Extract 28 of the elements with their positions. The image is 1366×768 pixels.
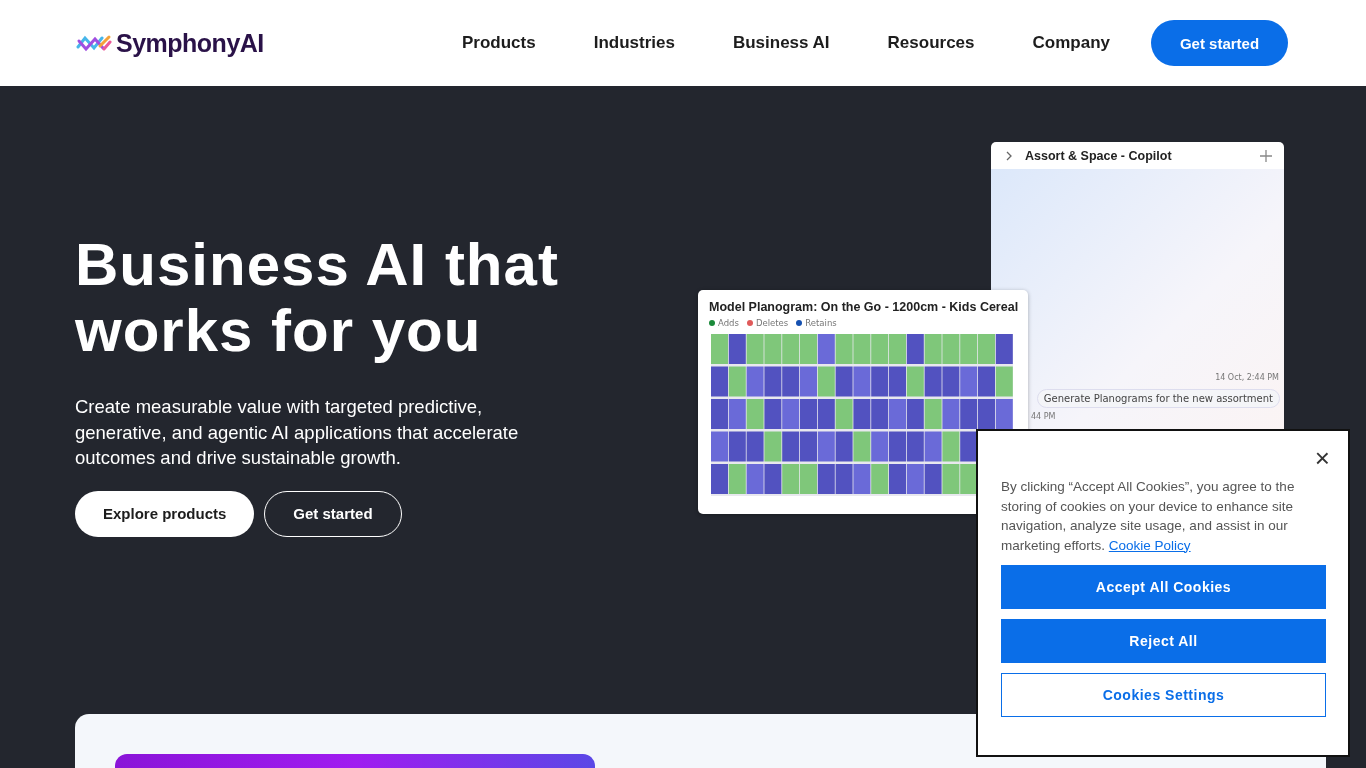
close-button[interactable]: × bbox=[1310, 445, 1334, 471]
hero-title: Business AI that works for you bbox=[75, 232, 560, 364]
cookie-policy-link[interactable]: Cookie Policy bbox=[1108, 537, 1191, 553]
cookie-text: By clicking “Accept All Cookies”, you agree to the storing of cookies on your device to enhance site navigation, analyze site usage, and assist in our marketing efforts. Cookie Policy bbox=[1001, 478, 1296, 555]
planogram-title: Model Planogram: On the Go - 1200cm - Kids Cereal bbox=[709, 300, 1020, 314]
copilot-title: Assort & Space - Copilot bbox=[1025, 148, 1172, 163]
plus-icon[interactable] bbox=[1260, 149, 1272, 162]
nav-link[interactable]: Resources bbox=[858, 33, 1004, 53]
message-timestamp: 44 PM bbox=[1031, 412, 1056, 421]
nav-link[interactable]: Products bbox=[432, 33, 565, 53]
legend-label: Retains bbox=[805, 318, 837, 328]
logo-icon bbox=[76, 33, 112, 53]
cookie-button[interactable]: Cookies Settings bbox=[1001, 673, 1326, 717]
cookie-button[interactable]: Reject All bbox=[1001, 619, 1326, 663]
nav-link[interactable]: Industries bbox=[564, 33, 704, 53]
get-started-button[interactable]: Get started bbox=[1151, 20, 1288, 66]
legend-label: Deletes bbox=[755, 318, 789, 328]
nav-link[interactable]: Business AI bbox=[703, 33, 859, 53]
message-timestamp: 14 Oct, 2:44 PM bbox=[1215, 373, 1279, 382]
logo-text: SymphonyAI bbox=[116, 28, 264, 58]
logo[interactable]: SymphonyAI bbox=[76, 28, 264, 58]
hero-subtitle: Create measurable value with targeted predictive, generative, and agentic AI applications that accelerate outcomes and drive sustainable growth. bbox=[75, 395, 520, 470]
hero-button[interactable]: Explore products bbox=[75, 490, 255, 537]
chat-message: Generate Planograms for the new assortment bbox=[1036, 389, 1280, 408]
nav-link[interactable]: Company bbox=[1003, 33, 1139, 53]
legend-label: Adds bbox=[718, 318, 739, 328]
chevron-icon[interactable] bbox=[1005, 150, 1013, 161]
cookie-button[interactable]: Accept All Cookies bbox=[1001, 565, 1326, 609]
